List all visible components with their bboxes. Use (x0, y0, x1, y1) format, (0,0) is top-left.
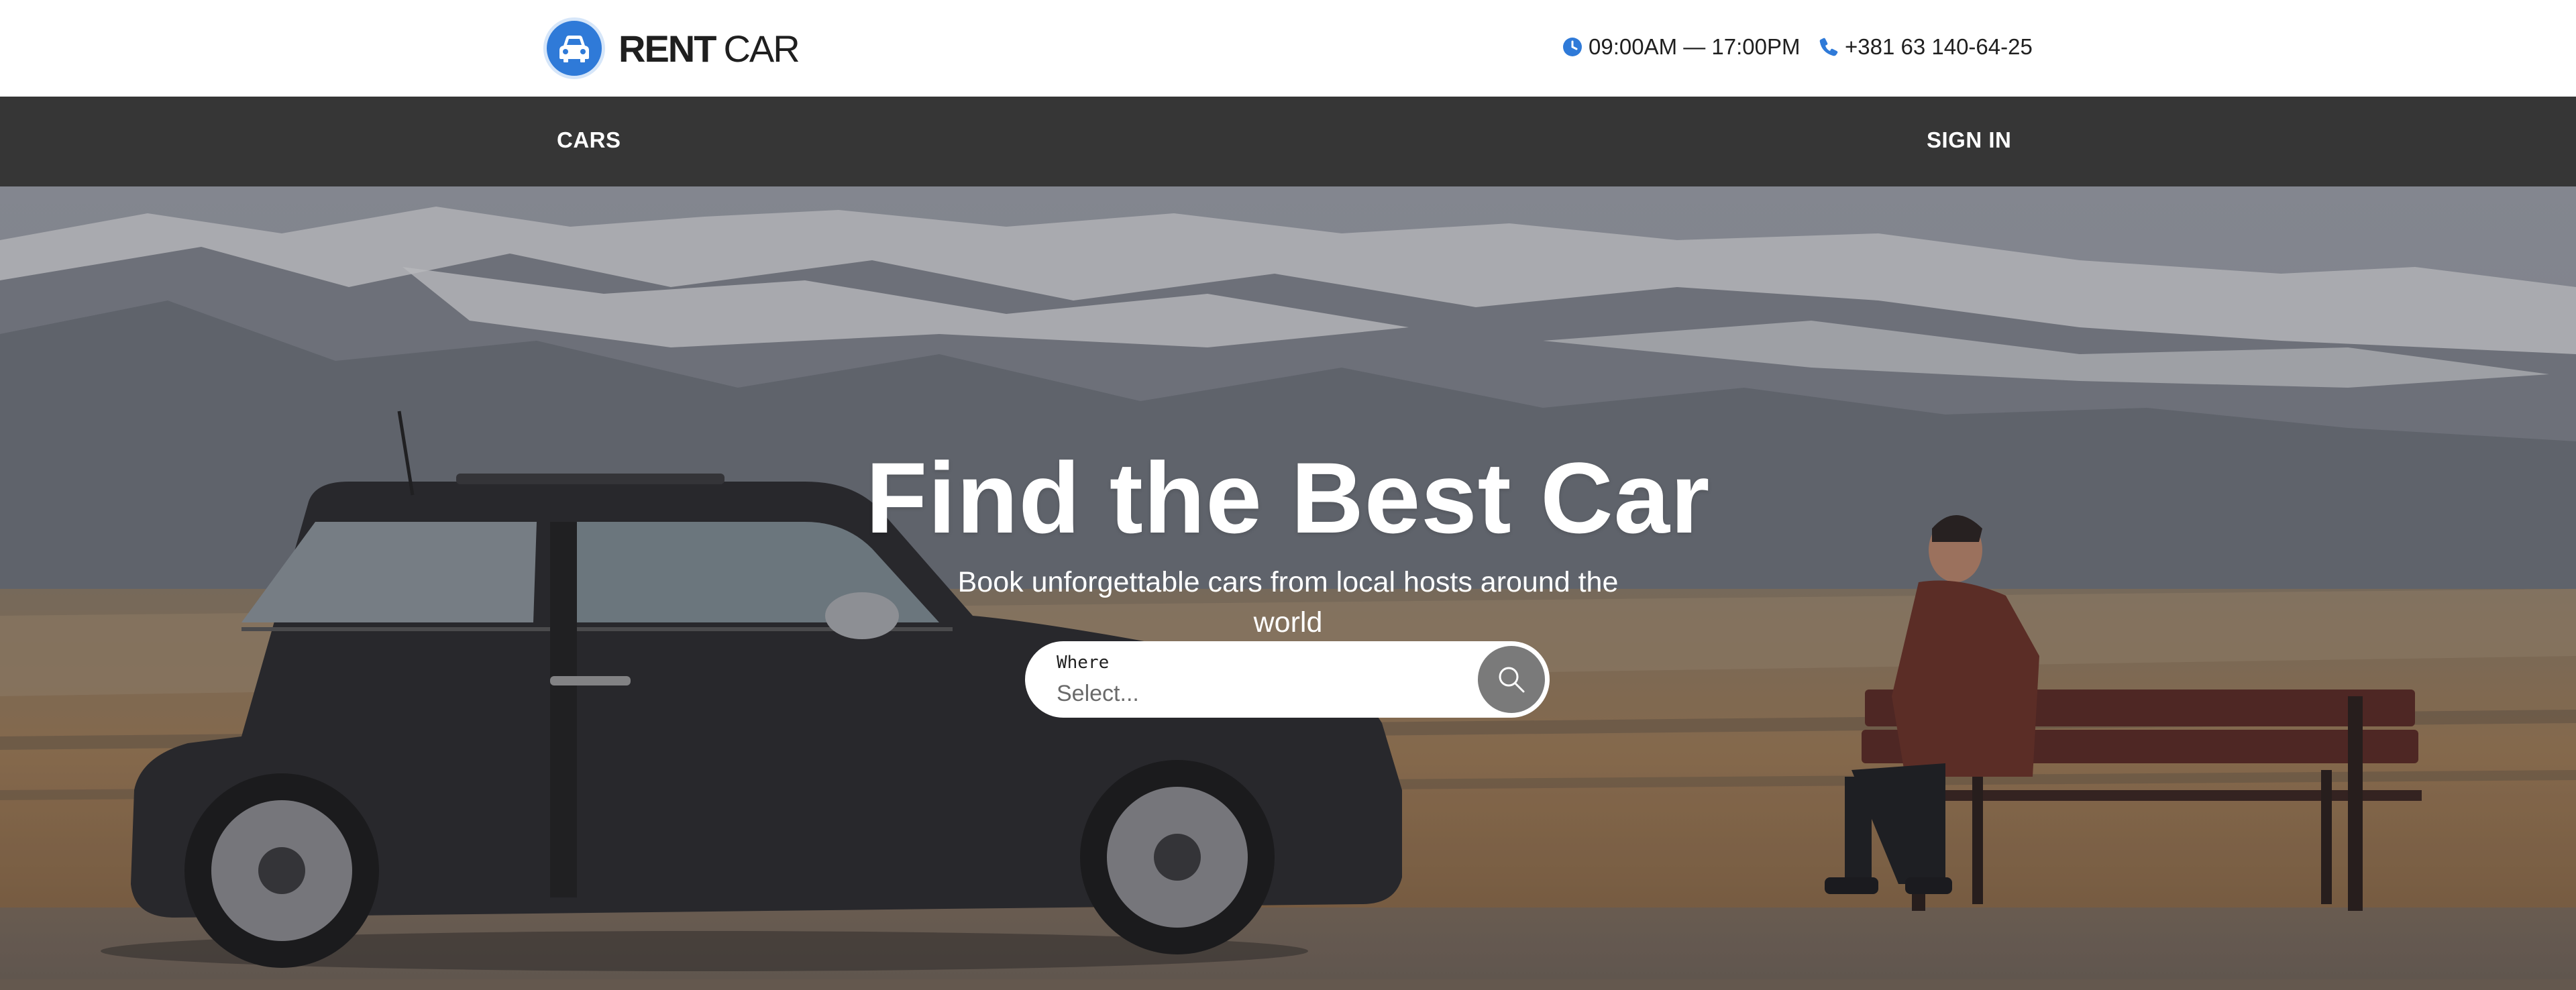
main-nav: CARS SIGN IN (0, 97, 2576, 186)
search-box: Where (1025, 641, 1550, 718)
nav-signin-link[interactable]: SIGN IN (1927, 127, 2011, 153)
phone-contact[interactable]: +381 63 140-64-25 (1818, 32, 2033, 62)
brand-name-light: CAR (723, 27, 800, 70)
top-header: RENT CAR 09:00AM — 17:00PM +381 63 140-6… (0, 0, 2576, 97)
location-select-input[interactable] (1057, 677, 1472, 710)
phone-number[interactable]: +381 63 140-64-25 (1845, 34, 2033, 60)
car-icon (543, 17, 605, 79)
brand-name: RENT CAR (619, 27, 800, 70)
brand-name-bold: RENT (619, 27, 716, 70)
hero-subtitle: Book unforgettable cars from local hosts… (957, 566, 1619, 639)
phone-icon (1818, 36, 1839, 58)
opening-hours: 09:00AM — 17:00PM (1562, 32, 1801, 62)
hero-section: Find the Best Car Book unforgettable car… (0, 186, 2576, 990)
search-button[interactable] (1478, 646, 1545, 713)
clock-icon (1562, 36, 1583, 58)
logo[interactable]: RENT CAR (543, 17, 800, 79)
search-label: Where (1057, 653, 1110, 673)
nav-cars-link[interactable]: CARS (557, 127, 621, 153)
opening-hours-text: 09:00AM — 17:00PM (1589, 34, 1801, 59)
search-icon (1499, 667, 1525, 693)
hero-title: Find the Best Car (865, 441, 1711, 554)
